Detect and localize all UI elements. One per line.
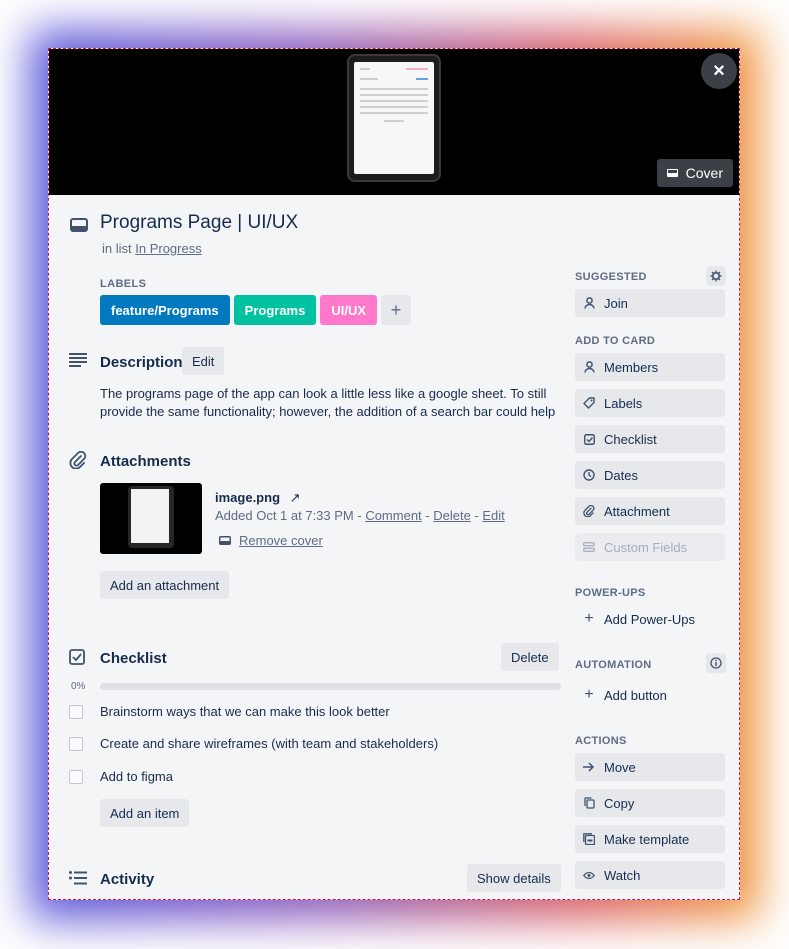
- attachment-name[interactable]: image.png ↗: [215, 490, 301, 506]
- checklist-progress-bar: [100, 683, 561, 690]
- in-list-text: in list In Progress: [102, 241, 202, 256]
- list-link[interactable]: In Progress: [135, 241, 201, 256]
- external-link-icon[interactable]: ↗: [290, 490, 301, 505]
- checkbox[interactable]: [69, 704, 83, 719]
- user-icon: [583, 297, 595, 309]
- label-ui-ux[interactable]: UI/UX: [320, 295, 378, 325]
- checkbox[interactable]: [69, 769, 83, 784]
- template-icon: [583, 833, 595, 845]
- label-programs[interactable]: Programs: [233, 295, 317, 325]
- activity-icon: [69, 871, 87, 890]
- activity-heading: Activity: [100, 871, 155, 888]
- join-button[interactable]: Join: [575, 289, 725, 317]
- remove-cover-link[interactable]: Remove cover: [219, 533, 323, 548]
- cover-button[interactable]: Cover: [656, 159, 733, 187]
- edit-description-button[interactable]: Edit: [182, 347, 225, 375]
- description-text[interactable]: The programs page of the app can look a …: [100, 385, 570, 421]
- delete-checklist-button[interactable]: Delete: [501, 643, 559, 671]
- show-details-button[interactable]: Show details: [467, 864, 561, 892]
- checklist-item[interactable]: Create and share wireframes (with team a…: [69, 736, 438, 751]
- user-icon: [583, 361, 595, 373]
- checklist-heading: Checklist: [100, 650, 167, 667]
- make-template-button[interactable]: Make template: [575, 825, 725, 853]
- add-label-button[interactable]: +: [381, 295, 412, 325]
- custom-fields-icon: [583, 542, 595, 552]
- watch-button[interactable]: Watch: [575, 861, 725, 889]
- checklist-item[interactable]: Add to figma: [69, 769, 173, 784]
- copy-icon: [583, 797, 595, 809]
- checkbox[interactable]: [69, 736, 83, 751]
- attachment-button[interactable]: Attachment: [575, 497, 725, 525]
- plus-icon: +: [584, 686, 594, 703]
- cover-button-label: Cover: [685, 165, 723, 181]
- checklist-progress-text: 0%: [71, 681, 86, 692]
- paperclip-icon: [583, 505, 595, 517]
- labels-button[interactable]: Labels: [575, 389, 725, 417]
- automation-heading: AUTOMATION: [575, 659, 652, 671]
- labels-row: feature/Programs Programs UI/UX +: [100, 295, 412, 325]
- checklist-item[interactable]: Brainstorm ways that we can make this lo…: [69, 704, 390, 719]
- attachment-edit-link[interactable]: Edit: [482, 508, 504, 523]
- description-icon: [69, 353, 87, 372]
- card-title[interactable]: Programs Page | UI/UX: [100, 212, 298, 234]
- description-heading: Description: [100, 354, 183, 371]
- move-button[interactable]: Move: [575, 753, 725, 781]
- paperclip-icon: [69, 450, 87, 474]
- dates-button[interactable]: Dates: [575, 461, 725, 489]
- add-item-button[interactable]: Add an item: [100, 799, 190, 827]
- eye-icon: [583, 871, 595, 880]
- card-cover[interactable]: × Cover: [49, 49, 739, 195]
- checklist-button[interactable]: Checklist: [575, 425, 725, 453]
- arrow-right-icon: [583, 762, 595, 772]
- attachment-meta: Added Oct 1 at 7:33 PM - Comment - Delet…: [215, 508, 505, 523]
- attachments-heading: Attachments: [100, 453, 191, 470]
- add-power-ups-button[interactable]: + Add Power-Ups: [575, 605, 725, 633]
- add-attachment-button[interactable]: Add an attachment: [100, 571, 230, 599]
- suggested-heading: SUGGESTED: [575, 271, 647, 283]
- card-icon: [219, 536, 231, 545]
- checklist-icon: [583, 433, 595, 445]
- card-detail-modal: × Cover Programs Page | UI/UX in list In…: [48, 48, 740, 900]
- close-icon[interactable]: ×: [701, 53, 737, 89]
- clock-icon: [583, 469, 595, 481]
- info-icon[interactable]: [706, 653, 726, 673]
- attachment-delete-link[interactable]: Delete: [433, 508, 471, 523]
- gear-icon[interactable]: [706, 266, 726, 286]
- plus-icon: +: [584, 610, 594, 627]
- labels-heading: LABELS: [100, 278, 147, 290]
- copy-button[interactable]: Copy: [575, 789, 725, 817]
- actions-heading: ACTIONS: [575, 735, 627, 747]
- custom-fields-button[interactable]: Custom Fields: [575, 533, 725, 561]
- power-ups-heading: POWER-UPS: [575, 587, 646, 599]
- attachment-comment-link[interactable]: Comment: [365, 508, 421, 523]
- checklist-icon: [69, 649, 85, 670]
- label-feature-programs[interactable]: feature/Programs: [100, 295, 230, 325]
- members-button[interactable]: Members: [575, 353, 725, 381]
- attachment-thumbnail[interactable]: [100, 483, 202, 554]
- add-to-card-heading: ADD TO CARD: [575, 335, 656, 347]
- cover-image: [347, 54, 441, 182]
- card-icon: [666, 169, 678, 177]
- tag-icon: [583, 397, 595, 409]
- card-icon: [70, 218, 88, 237]
- add-automation-button[interactable]: + Add button: [575, 681, 725, 709]
